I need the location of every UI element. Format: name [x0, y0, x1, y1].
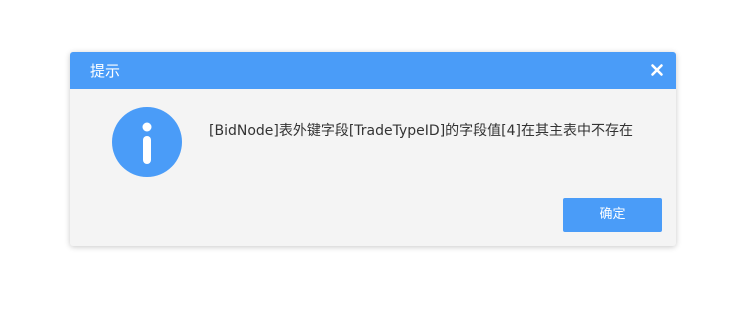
page-backdrop: 提示 [BidNode]表外键字段[TradeTypeID]的字段值[4]在其主… [0, 0, 742, 326]
ok-button[interactable]: 确定 [563, 198, 662, 232]
close-icon[interactable] [648, 61, 666, 79]
dialog-message: [BidNode]表外键字段[TradeTypeID]的字段值[4]在其主表中不… [209, 123, 633, 139]
info-icon [112, 107, 182, 177]
alert-dialog: 提示 [BidNode]表外键字段[TradeTypeID]的字段值[4]在其主… [70, 52, 676, 246]
dialog-title: 提示 [90, 62, 121, 80]
dialog-titlebar: 提示 [70, 52, 676, 89]
